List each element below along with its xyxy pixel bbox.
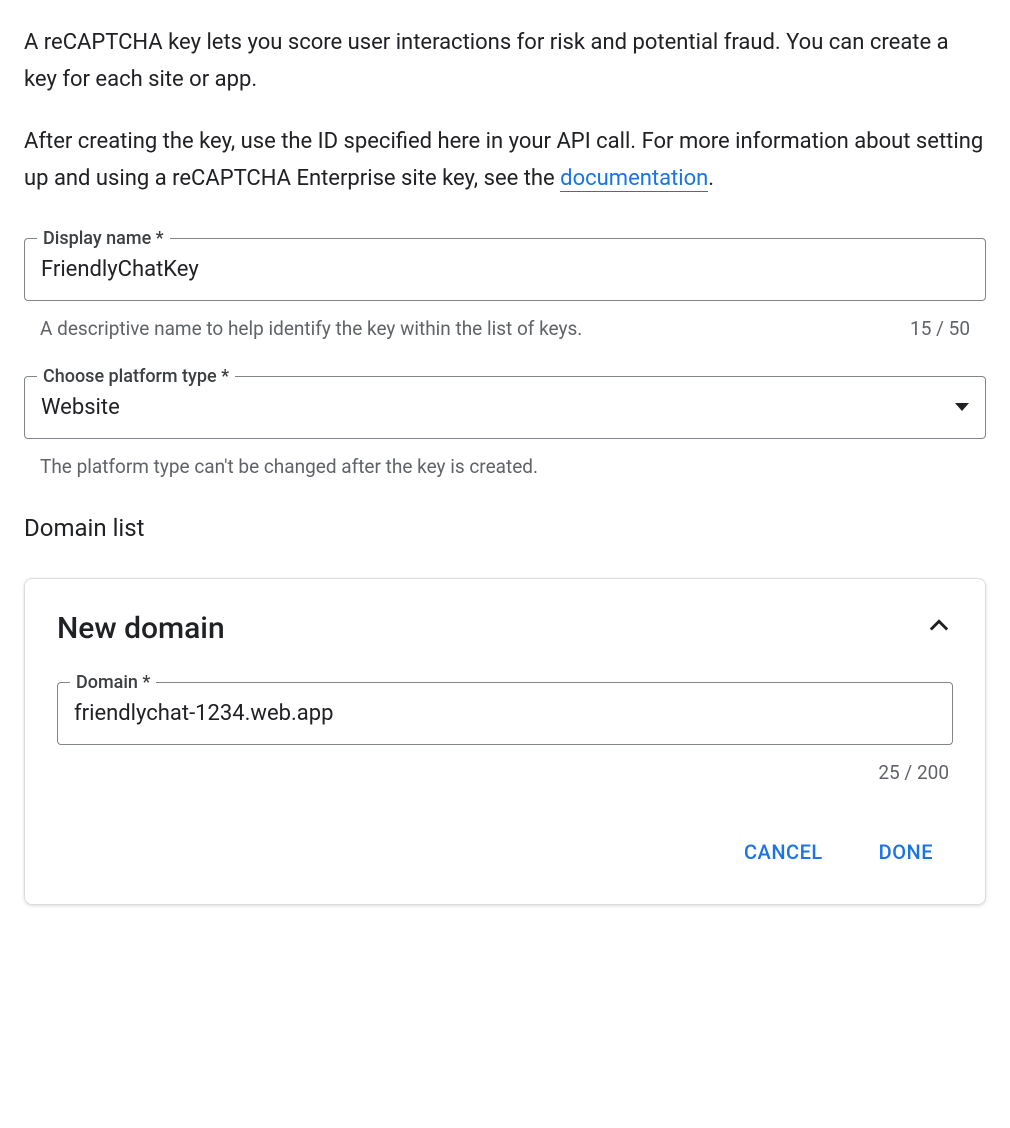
domain-label: Domain * — [70, 672, 156, 693]
dropdown-icon — [955, 403, 969, 411]
display-name-char-count: 15 / 50 — [910, 317, 970, 340]
new-domain-title: New domain — [57, 611, 225, 646]
intro-text: A reCAPTCHA key lets you score user inte… — [24, 24, 986, 198]
display-name-field: Display name * — [24, 238, 986, 301]
platform-type-label: Choose platform type * — [37, 366, 235, 387]
intro-paragraph-1: A reCAPTCHA key lets you score user inte… — [24, 24, 986, 99]
domain-field: Domain * — [57, 682, 953, 745]
display-name-helper: A descriptive name to help identify the … — [40, 317, 894, 340]
platform-type-field: Choose platform type * Website — [24, 376, 986, 439]
display-name-input[interactable] — [41, 257, 969, 282]
domain-char-count: 25 / 200 — [878, 761, 949, 784]
platform-type-select[interactable]: Choose platform type * Website — [24, 376, 986, 439]
done-button[interactable]: DONE — [875, 832, 937, 872]
display-name-label: Display name * — [37, 228, 170, 249]
platform-type-value: Website — [41, 395, 120, 420]
new-domain-card: New domain Domain * 25 / 200 CANCEL DONE — [24, 578, 986, 905]
cancel-button[interactable]: CANCEL — [740, 832, 827, 872]
documentation-link[interactable]: documentation — [560, 166, 708, 192]
platform-type-helper: The platform type can't be changed after… — [40, 455, 970, 478]
domain-list-title: Domain list — [24, 514, 986, 542]
domain-input[interactable] — [74, 701, 936, 726]
intro-paragraph-2: After creating the key, use the ID speci… — [24, 123, 986, 198]
chevron-up-icon[interactable] — [925, 612, 953, 644]
